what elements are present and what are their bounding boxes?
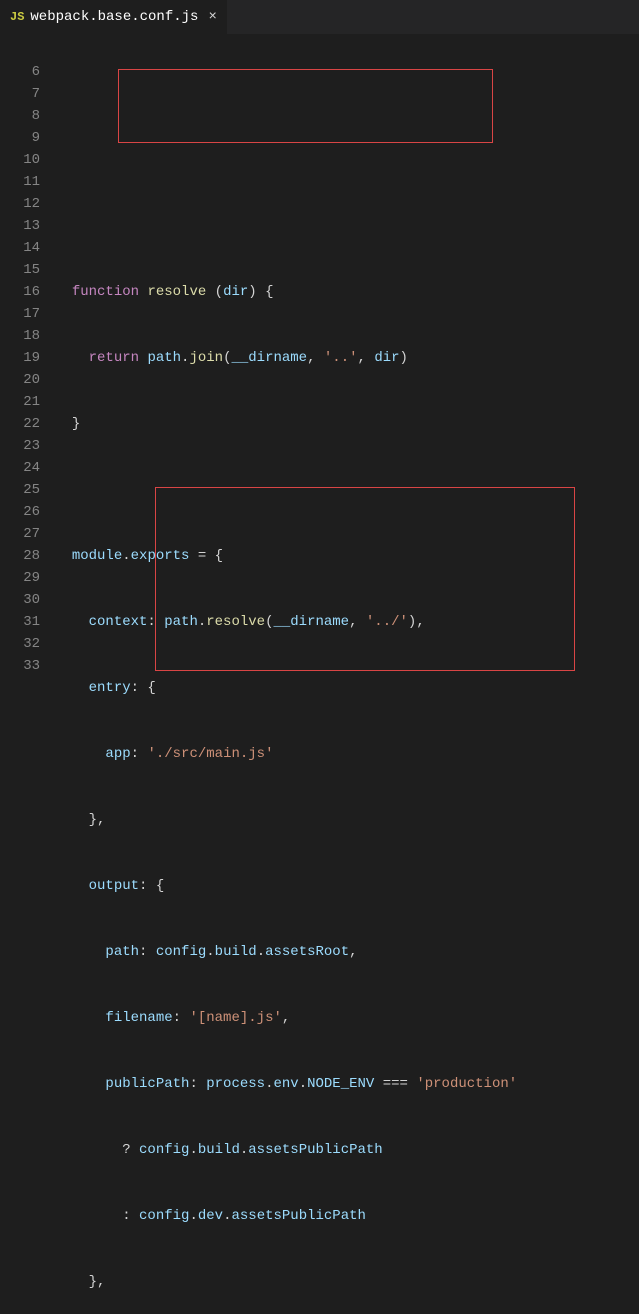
line-number: 13 [0,215,40,237]
tab-filename: webpack.base.conf.js [30,9,198,25]
line-number: 6 [0,61,40,83]
code-line: filename: '[name].js', [55,1007,639,1029]
line-number: 28 [0,545,40,567]
line-number-gutter: 6 7 8 9 10 11 12 13 14 15 16 17 18 19 20… [0,35,55,657]
code-line: return path.join(__dirname, '..', dir) [55,347,639,369]
editor-tab[interactable]: JS webpack.base.conf.js × [0,0,227,35]
code-line: module.exports = { [55,545,639,567]
code-line: }, [55,1271,639,1293]
line-number: 27 [0,523,40,545]
line-number: 31 [0,611,40,633]
line-number: 24 [0,457,40,479]
code-line: function resolve (dir) { [55,281,639,303]
code-line: entry: { [55,677,639,699]
line-number: 9 [0,127,40,149]
line-number: 8 [0,105,40,127]
line-number: 23 [0,435,40,457]
code-line: output: { [55,875,639,897]
line-number: 11 [0,171,40,193]
line-number: 29 [0,567,40,589]
code-line: app: './src/main.js' [55,743,639,765]
code-line: context: path.resolve(__dirname, '../'), [55,611,639,633]
line-number [0,39,40,61]
line-number: 16 [0,281,40,303]
line-number: 7 [0,83,40,105]
highlight-box-1 [118,69,493,143]
tab-bar: JS webpack.base.conf.js × [0,0,639,35]
code-line: } [55,413,639,435]
line-number: 15 [0,259,40,281]
code-line: publicPath: process.env.NODE_ENV === 'pr… [55,1073,639,1095]
line-number: 17 [0,303,40,325]
line-number: 32 [0,633,40,655]
code-line [55,479,639,501]
line-number: 14 [0,237,40,259]
code-line: ? config.build.assetsPublicPath [55,1139,639,1161]
line-number: 10 [0,149,40,171]
code-line: path: config.build.assetsRoot, [55,941,639,963]
line-number: 12 [0,193,40,215]
line-number: 26 [0,501,40,523]
line-number: 18 [0,325,40,347]
line-number: 21 [0,391,40,413]
close-icon[interactable]: × [208,9,216,25]
code-content[interactable]: function resolve (dir) { return path.joi… [55,35,639,657]
line-number: 22 [0,413,40,435]
js-file-icon: JS [10,10,24,24]
code-editor[interactable]: 6 7 8 9 10 11 12 13 14 15 16 17 18 19 20… [0,35,639,657]
code-line [55,215,639,237]
highlight-box-2 [155,487,575,671]
line-number: 30 [0,589,40,611]
line-number: 33 [0,655,40,677]
code-line: : config.dev.assetsPublicPath [55,1205,639,1227]
code-line: }, [55,809,639,831]
line-number: 25 [0,479,40,501]
code-line [55,149,639,171]
line-number: 19 [0,347,40,369]
line-number: 20 [0,369,40,391]
